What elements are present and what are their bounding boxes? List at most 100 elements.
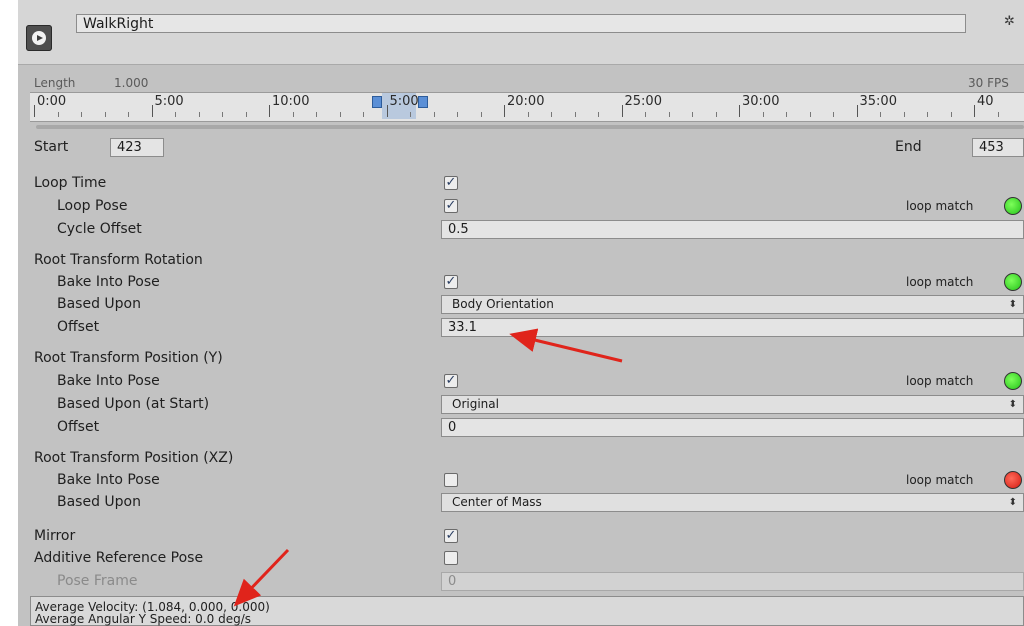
position-xz-loop-match-label: loop match [906,473,974,487]
timeline-minor-tick [433,112,435,117]
position-y-bake-label: Bake Into Pose [57,373,160,389]
rotation-based-upon-value: Body Orientation [452,297,554,311]
play-icon[interactable] [26,25,52,51]
timeline-minor-tick [809,112,811,117]
range-start-marker[interactable] [372,96,382,108]
position-xz-bake-checkbox[interactable] [444,473,458,487]
timeline-minor-tick [198,112,200,117]
timeline-scrollbar[interactable] [36,125,1024,129]
additive-reference-pose-checkbox[interactable] [444,551,458,565]
rotation-bake-checkbox[interactable]: ✓ [444,275,458,289]
loop-match-label: loop match [906,199,974,213]
clip-name-field[interactable]: WalkRight [76,14,966,33]
timeline-major-tick [151,105,153,117]
timeline-minor-tick [903,112,905,117]
timeline-minor-tick [410,112,411,117]
rotation-offset-field[interactable]: 33.1 [441,318,1024,337]
timeline-tick-label: 30:00 [742,94,780,109]
motion-info-box: Average Velocity: (1.084, 0.000, 0.000) … [30,596,1024,626]
timeline-minor-tick [786,112,787,117]
rotation-based-upon-label: Based Upon [57,296,141,312]
position-y-offset-field[interactable]: 0 [441,418,1024,437]
timeline-minor-tick [668,112,670,117]
position-y-based-upon-value: Original [452,397,499,411]
gear-icon[interactable]: ✲ [1004,14,1015,29]
mirror-label: Mirror [34,528,76,544]
timeline-minor-tick [551,112,552,117]
timeline-minor-tick [104,112,106,117]
timeline-minor-tick [363,112,364,117]
loop-pose-checkbox[interactable]: ✓ [444,199,458,213]
fps-label: 30 FPS [968,76,1009,90]
end-field[interactable]: 453 [972,138,1024,157]
position-y-based-upon-dropdown[interactable]: Original ⬍ [441,395,1024,414]
timeline-tick-label: 5:00 [389,94,419,109]
timeline-major-tick [386,105,388,117]
start-label: Start [34,139,69,155]
position-xz-based-upon-dropdown[interactable]: Center of Mass ⬍ [441,493,1024,512]
position-xz-based-upon-value: Center of Mass [452,495,542,509]
position-xz-based-upon-label: Based Upon [57,494,141,510]
timeline-minor-tick [574,112,576,117]
root-position-y-label: Root Transform Position (Y) [34,350,223,366]
timeline-major-tick [856,105,858,117]
cycle-offset-field[interactable]: 0.5 [441,220,1024,239]
timeline-tick-label: 0:00 [37,94,67,109]
timeline-minor-tick [57,112,59,117]
loop-match-indicator-icon [1004,197,1022,215]
timeline-minor-tick [598,112,599,117]
range-end-marker[interactable] [418,96,428,108]
loop-time-checkbox[interactable]: ✓ [444,176,458,190]
cycle-offset-label: Cycle Offset [57,221,142,237]
timeline-minor-tick [950,112,952,117]
rotation-bake-label: Bake Into Pose [57,274,160,290]
timeline-minor-tick [457,112,458,117]
rotation-offset-label: Offset [57,319,100,335]
timeline-minor-tick [715,112,717,117]
position-y-bake-checkbox[interactable]: ✓ [444,374,458,388]
rotation-loop-match-label: loop match [906,275,974,289]
timeline-ruler[interactable]: 0:00 5:00 10:00 5:00 20:00 25:00 30:00 35:00 40 [30,92,1024,122]
dropdown-arrow-icon: ⬍ [1008,497,1017,508]
pose-frame-label: Pose Frame [57,573,138,589]
timeline-major-tick [269,105,270,117]
mirror-checkbox[interactable]: ✓ [444,529,458,543]
timeline-minor-tick [927,112,928,117]
position-y-loop-match-label: loop match [906,374,974,388]
timeline-tick-label: 5:00 [154,94,184,109]
loop-pose-label: Loop Pose [57,198,128,214]
timeline-minor-tick [175,112,176,117]
timeline-tick-label: 35:00 [859,94,897,109]
timeline-minor-tick [339,112,341,117]
timeline-minor-tick [292,112,294,117]
timeline-minor-tick [245,112,247,117]
timeline-tick-label: 25:00 [624,94,662,109]
timeline-tick-label: 40 [977,94,994,109]
timeline-minor-tick [692,112,693,117]
timeline-minor-tick [480,112,482,117]
position-y-offset-label: Offset [57,419,100,435]
average-angular-speed-text: Average Angular Y Speed: 0.0 deg/s [35,612,251,626]
timeline-minor-tick [833,112,834,117]
position-y-based-upon-label: Based Upon (at Start) [57,396,210,412]
timeline-minor-tick [128,112,129,117]
dropdown-arrow-icon: ⬍ [1008,299,1017,310]
position-xz-loop-match-indicator-icon [1004,471,1022,489]
timeline-minor-tick [527,112,529,117]
loop-time-label: Loop Time [34,175,107,191]
additive-reference-pose-label: Additive Reference Pose [34,550,204,566]
timeline-minor-tick [997,112,999,117]
timeline-minor-tick [762,112,764,117]
timeline-tick-label: 10:00 [272,94,310,109]
root-rotation-label: Root Transform Rotation [34,252,203,268]
timeline-major-tick [974,105,975,117]
timeline-minor-tick [316,112,317,117]
timeline-major-tick [34,105,35,117]
rotation-based-upon-dropdown[interactable]: Body Orientation ⬍ [441,295,1024,314]
timeline-major-tick [504,105,505,117]
length-value: 1.000 [114,76,149,90]
root-position-xz-label: Root Transform Position (XZ) [34,450,234,466]
timeline-minor-tick [880,112,881,117]
start-field[interactable]: 423 [110,138,164,157]
position-y-loop-match-indicator-icon [1004,372,1022,390]
